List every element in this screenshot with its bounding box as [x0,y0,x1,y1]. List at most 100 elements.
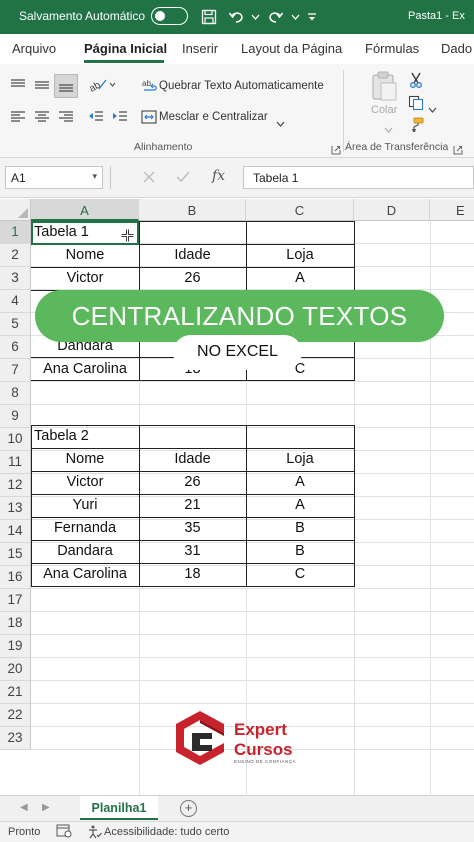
table2-cell[interactable]: C [246,563,354,586]
table2-title[interactable]: Tabela 2 [31,425,139,448]
merge-center-button[interactable]: Mesclar e Centralizar [159,111,268,123]
align-middle-icon[interactable] [34,78,50,97]
tab-pagina-inicial[interactable]: Página Inicial [84,41,167,56]
table2-cell[interactable]: 18 [139,563,246,586]
wrap-text-button[interactable]: Quebrar Texto Automaticamente [159,80,324,92]
table2-cell[interactable]: Ana Carolina [31,563,139,586]
cut-icon[interactable] [408,72,424,93]
row-header[interactable]: 14 [0,520,31,543]
table2-cell[interactable]: Yuri [31,494,139,517]
accessibility-icon[interactable] [88,825,102,842]
wrap-text-icon[interactable]: ab [142,78,158,99]
paste-icon[interactable] [371,70,399,107]
redo-dropdown-icon[interactable] [289,6,301,28]
table-border [139,425,140,587]
merge-dropdown-icon[interactable] [276,114,285,132]
row-header[interactable]: 3 [0,267,31,290]
row-header[interactable]: 1 [0,221,31,244]
undo-dropdown-icon[interactable] [249,6,261,28]
tab-arquivo[interactable]: Arquivo [12,41,56,56]
table2-header-loja[interactable]: Loja [246,448,354,471]
accessibility-status[interactable]: Acessibilidade: tudo certo [104,826,229,838]
row-header[interactable]: 5 [0,313,31,336]
table2-cell[interactable]: A [246,494,354,517]
gridline [31,657,474,658]
tab-layout-da-pagina[interactable]: Layout da Página [241,41,342,56]
row-header[interactable]: 4 [0,290,31,313]
column-header-e[interactable]: E [430,199,474,221]
row-header[interactable]: 7 [0,359,31,382]
undo-icon[interactable] [226,6,248,28]
tab-inserir[interactable]: Inserir [182,41,218,56]
align-left-icon[interactable] [10,110,26,129]
align-right-icon[interactable] [58,110,74,129]
row-header[interactable]: 10 [0,428,31,451]
cancel-entry-icon[interactable] [142,170,156,189]
tab-dados[interactable]: Dado [441,41,472,56]
row-header[interactable]: 22 [0,704,31,727]
table2-cell[interactable]: Dandara [31,540,139,563]
merge-center-icon[interactable] [141,109,157,130]
customize-toolbar-icon[interactable] [305,6,319,28]
paste-label[interactable]: Colar [371,104,397,116]
row-header[interactable]: 6 [0,336,31,359]
logo-line2: Cursos [234,740,293,759]
row-header[interactable]: 20 [0,658,31,681]
row-header[interactable]: 21 [0,681,31,704]
table2-header-idade[interactable]: Idade [139,448,246,471]
confirm-entry-icon[interactable] [176,170,190,189]
row-header[interactable]: 2 [0,244,31,267]
select-all-button[interactable] [0,199,31,221]
row-header[interactable]: 11 [0,451,31,474]
table2-cell[interactable]: 35 [139,517,246,540]
row-header[interactable]: 15 [0,543,31,566]
align-bottom-icon[interactable] [54,74,78,98]
insert-function-icon[interactable]: fx [212,168,225,184]
table2-cell[interactable]: B [246,540,354,563]
redo-icon[interactable] [264,6,286,28]
row-header[interactable]: 23 [0,727,31,750]
row-header[interactable]: 17 [0,589,31,612]
table2-header-nome[interactable]: Nome [31,448,139,471]
prev-sheet-icon[interactable]: ◀ [20,802,28,813]
copy-icon[interactable] [408,95,424,116]
add-sheet-button[interactable]: + [180,800,197,817]
row-header[interactable]: 18 [0,612,31,635]
format-painter-icon[interactable] [408,117,424,138]
paste-dropdown-icon[interactable] [384,120,393,138]
row-header[interactable]: 12 [0,474,31,497]
orientation-icon[interactable]: ab [87,76,116,97]
column-header-a[interactable]: A [31,199,139,221]
save-icon[interactable] [198,6,220,28]
align-top-icon[interactable] [10,78,26,97]
macro-record-icon[interactable] [56,824,72,841]
table2-cell[interactable]: 31 [139,540,246,563]
tab-formulas[interactable]: Fórmulas [365,41,419,56]
table2-cell[interactable]: B [246,517,354,540]
table2-cell[interactable]: Victor [31,471,139,494]
row-header[interactable]: 9 [0,405,31,428]
column-header-d[interactable]: D [354,199,430,221]
row-header[interactable]: 19 [0,635,31,658]
row-header[interactable]: 13 [0,497,31,520]
row-header[interactable]: 16 [0,566,31,589]
formula-bar: A1 ▾ fx Tabela 1 [0,158,474,198]
next-sheet-icon[interactable]: ▶ [42,802,50,813]
autosave-toggle[interactable] [151,7,188,25]
formula-input[interactable]: Tabela 1 [243,166,474,189]
table2-cell[interactable]: 26 [139,471,246,494]
table2-cell[interactable]: A [246,471,354,494]
decrease-indent-icon[interactable] [88,110,104,129]
row-header[interactable]: 8 [0,382,31,405]
align-center-icon[interactable] [34,110,50,129]
worksheet-grid[interactable]: A B C D E 1 2 3 4 5 6 7 8 9 10 11 12 13 14 15 16 17 18 19 2… [0,199,474,795]
name-box-dropdown-icon[interactable]: ▾ [92,171,97,182]
sheet-tab-planilha1[interactable]: Planilha1 [80,796,158,820]
copy-dropdown-icon[interactable] [428,100,437,118]
name-box[interactable]: A1 ▾ [5,166,103,189]
table2-cell[interactable]: 21 [139,494,246,517]
increase-indent-icon[interactable] [112,110,128,129]
column-header-c[interactable]: C [246,199,354,221]
table2-cell[interactable]: Fernanda [31,517,139,540]
column-header-b[interactable]: B [139,199,246,221]
